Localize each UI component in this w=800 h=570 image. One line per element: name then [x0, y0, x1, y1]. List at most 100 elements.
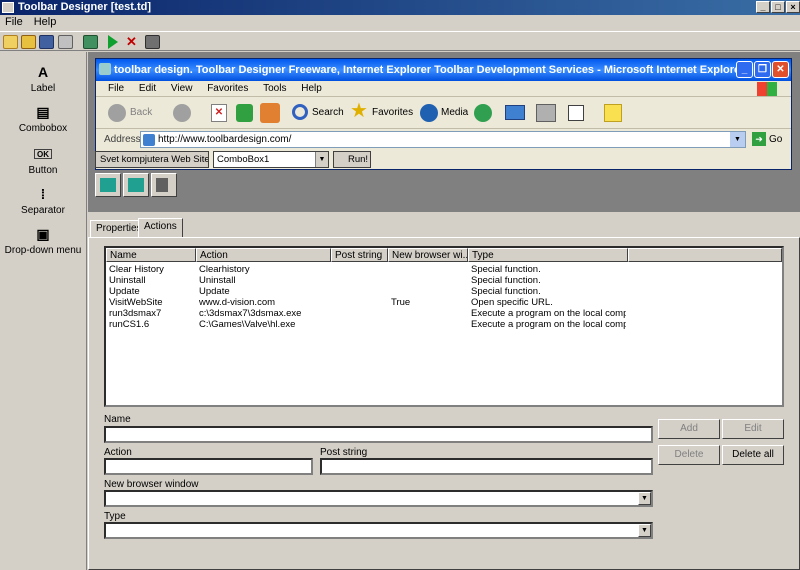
cell[interactable]: run3dsmax7 [109, 308, 161, 319]
delete-all-button[interactable]: Delete all [722, 445, 784, 465]
mail-icon[interactable] [505, 105, 525, 120]
cell: Clearhistory [199, 264, 250, 275]
delete-button[interactable]: Delete [658, 445, 720, 465]
toolbar-button-3[interactable] [151, 173, 177, 197]
ie-menu-help[interactable]: Help [301, 83, 322, 94]
stop-page-icon[interactable]: ✕ [211, 104, 227, 122]
post-string-label: Post string [320, 447, 368, 458]
separator-icon: ⁞ [40, 186, 46, 202]
cell[interactable]: Uninstall [109, 275, 145, 286]
ie-menu-view[interactable]: View [171, 83, 193, 94]
stop-icon[interactable]: ✕ [126, 35, 141, 49]
tool-separator[interactable]: ⁞ Separator [0, 186, 86, 216]
custom-combobox-arrow-icon[interactable]: ▼ [315, 152, 328, 167]
address-input[interactable]: http://www.toolbardesign.com/ ▼ [140, 131, 746, 148]
menu-file[interactable]: File [5, 16, 23, 28]
refresh-icon[interactable] [236, 104, 253, 122]
media-icon[interactable] [420, 104, 438, 122]
ie-close-button[interactable]: ✕ [772, 61, 789, 78]
address-dropdown-icon[interactable]: ▼ [730, 132, 745, 147]
main-toolbar: ✕ [0, 31, 800, 51]
name-input[interactable] [104, 426, 653, 443]
toolbar-button-2[interactable] [123, 173, 149, 197]
run-icon[interactable] [108, 35, 118, 49]
add-button[interactable]: Add [658, 419, 720, 439]
open-icon[interactable] [21, 35, 36, 49]
cell[interactable]: Update [109, 286, 140, 297]
tool-button-text: Button [28, 165, 58, 176]
title-bar: Toolbar Designer [test.td] _ □ × [0, 0, 800, 15]
ie-menu-favorites[interactable]: Favorites [207, 83, 248, 94]
post-string-input[interactable] [320, 458, 653, 475]
home-icon[interactable] [260, 103, 280, 123]
cell: Uninstall [199, 275, 236, 286]
cell: Special function. [471, 286, 541, 297]
cell[interactable]: runCS1.6 [109, 319, 149, 330]
dropdown-menu-icon: ▣ [36, 226, 50, 242]
ie-title: toolbar design. Toolbar Designer Freewar… [114, 64, 745, 76]
col-type[interactable]: Type [468, 248, 628, 262]
chevron-down-icon[interactable]: ▼ [638, 524, 651, 537]
chevron-down-icon[interactable]: ▼ [638, 492, 651, 505]
tab-actions[interactable]: Actions [138, 218, 183, 238]
button-icon: OK [34, 149, 52, 159]
close-button[interactable]: × [786, 1, 800, 13]
favorites-icon[interactable]: ★ [350, 101, 368, 121]
back-label[interactable]: Back [130, 107, 152, 118]
action-input[interactable] [104, 458, 313, 475]
custom-combobox-value: ComboBox1 [217, 154, 270, 165]
cell[interactable]: VisitWebSite [109, 297, 163, 308]
tool-combobox[interactable]: ▤ Combobox [0, 104, 86, 134]
forward-icon[interactable] [173, 104, 191, 122]
print-icon[interactable] [58, 35, 73, 49]
col-action[interactable]: Action [196, 248, 331, 262]
custom-combobox[interactable]: ComboBox1 ▼ [213, 151, 329, 168]
toolbar-icon[interactable] [83, 35, 98, 49]
menu-help[interactable]: Help [34, 16, 57, 28]
new-icon[interactable] [3, 35, 18, 49]
tool-palette: A Label ▤ Combobox OK Button ⁞ Separator ▣ Dr… [0, 52, 87, 570]
settings-icon[interactable] [145, 35, 160, 49]
favorites-label[interactable]: Favorites [372, 107, 413, 118]
media-label[interactable]: Media [441, 107, 468, 118]
ie-maximize-button[interactable]: ❐ [754, 61, 771, 78]
ie-menu-bar: File Edit View Favorites Tools Help [96, 81, 791, 97]
action-label: Action [104, 447, 132, 458]
col-new-browser-window[interactable]: New browser wi... [388, 248, 468, 262]
maximize-button[interactable]: □ [771, 1, 785, 13]
type-select[interactable]: ▼ [104, 522, 653, 539]
actions-list[interactable]: Name Action Post string New browser wi..… [104, 246, 784, 407]
print-page-icon[interactable] [536, 104, 556, 122]
go-icon[interactable]: ➜ [752, 132, 766, 146]
tab-strip: Properties Actions [88, 218, 800, 238]
cell[interactable]: Clear History [109, 264, 164, 275]
col-name[interactable]: Name [106, 248, 196, 262]
tool-label[interactable]: A Label [0, 64, 86, 94]
cell: c:\3dsmax7\3dsmax.exe [199, 308, 302, 319]
edit-button[interactable]: Edit [722, 419, 784, 439]
tool-button[interactable]: OK Button [0, 146, 86, 176]
messenger-icon[interactable] [604, 104, 622, 122]
cell: Special function. [471, 264, 541, 275]
ie-menu-file[interactable]: File [108, 83, 124, 94]
ie-menu-tools[interactable]: Tools [263, 83, 286, 94]
history-icon[interactable] [474, 104, 492, 122]
go-label[interactable]: Go [769, 134, 782, 145]
save-icon[interactable] [39, 35, 54, 49]
toolbar-button-1[interactable] [95, 173, 121, 197]
custom-run-button[interactable]: Run! [333, 151, 371, 168]
ie-menu-edit[interactable]: Edit [139, 83, 156, 94]
custom-web-button[interactable]: Svet kompjutera Web Site [95, 151, 209, 168]
search-label[interactable]: Search [312, 107, 344, 118]
col-post-string[interactable]: Post string [331, 248, 388, 262]
cell: www.d-vision.com [199, 297, 276, 308]
url-text: http://www.toolbardesign.com/ [158, 134, 292, 145]
toolbar-icon-3 [156, 178, 168, 192]
new-browser-window-select[interactable]: ▼ [104, 490, 653, 507]
search-icon[interactable] [292, 104, 308, 120]
tool-dropdown-menu[interactable]: ▣ Drop-down menu [0, 226, 86, 256]
ie-minimize-button[interactable]: _ [736, 61, 753, 78]
edit-icon[interactable] [568, 105, 584, 121]
minimize-button[interactable]: _ [756, 1, 770, 13]
back-icon[interactable] [108, 104, 126, 122]
